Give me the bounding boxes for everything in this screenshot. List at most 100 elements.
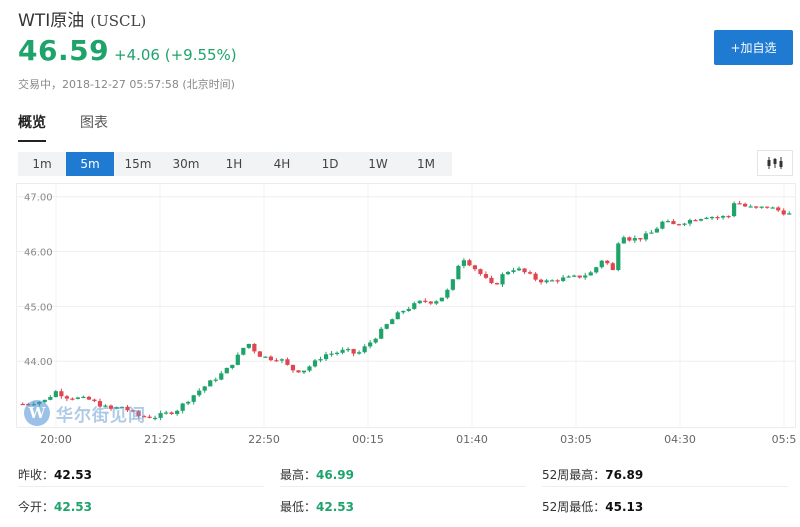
candle-body [252, 343, 257, 352]
candle-body [720, 216, 726, 218]
candle-body [257, 351, 262, 357]
candle-body [627, 237, 632, 241]
stat-52w-high: 52周最高：76.89 [542, 466, 643, 483]
candle-body [164, 412, 169, 414]
interval-30m[interactable]: 30m [162, 152, 210, 176]
watermark: W 华尔街见闻 [24, 400, 146, 426]
candle-body [610, 263, 615, 271]
x-tick-label: 03:05 [560, 433, 592, 446]
x-tick-label: 22:50 [248, 433, 280, 446]
candle-body [197, 390, 202, 396]
candle-body [153, 417, 158, 420]
plot-frame [16, 183, 796, 428]
candle-body [748, 206, 753, 208]
candle-body [208, 380, 213, 387]
chart-type-button[interactable] [757, 150, 793, 176]
candle-body [522, 268, 527, 273]
interval-1d[interactable]: 1D [306, 152, 354, 176]
candle-body [555, 280, 560, 282]
candle-body [533, 273, 538, 280]
candle-body [423, 300, 428, 302]
instrument-symbol: (USCL) [90, 12, 147, 30]
stat-value: 42.53 [54, 500, 92, 514]
candle-body [599, 260, 604, 268]
candle-body [334, 352, 340, 354]
candle-body [544, 280, 549, 283]
stat-52w-low: 52周最低：45.13 [542, 498, 643, 515]
stat-value: 45.13 [605, 500, 644, 514]
price-change: +4.06 (+9.55%) [114, 46, 237, 64]
interval-1m[interactable]: 1m [18, 152, 66, 176]
stat-low: 最低：42.53 [280, 498, 354, 515]
y-tick-label: 45.00 [24, 302, 53, 313]
divider [18, 486, 264, 487]
tab-overview[interactable]: 概览 [18, 112, 46, 142]
candle-body [632, 238, 637, 241]
candle-body [638, 238, 643, 240]
candle-body [572, 275, 577, 277]
candle-body [379, 328, 384, 339]
candle-body [64, 396, 69, 399]
candle-body [246, 343, 251, 348]
candle-body [307, 366, 312, 371]
tab-chart[interactable]: 图表 [80, 112, 108, 142]
candle-body [676, 224, 682, 226]
candle-body [616, 243, 621, 271]
candle-body [406, 308, 411, 311]
interval-5m[interactable]: 5m [66, 152, 114, 176]
instrument-name: WTI原油 [18, 11, 85, 31]
interval-1h[interactable]: 1H [210, 152, 258, 176]
candle-body [505, 271, 511, 275]
candle-body [781, 210, 786, 215]
view-tabs: 概览 图表 [18, 112, 108, 142]
interval-1w[interactable]: 1W [354, 152, 402, 176]
candle-body [296, 370, 301, 373]
candle-body [75, 397, 80, 399]
candle-body [461, 260, 466, 266]
candle-body [390, 319, 395, 325]
candle-body [263, 356, 268, 358]
interval-15m[interactable]: 15m [114, 152, 162, 176]
candle-body [489, 277, 494, 284]
candle-body [511, 270, 516, 272]
candle-body [605, 260, 610, 264]
candle-body [323, 354, 329, 360]
stat-label: 今开： [18, 500, 55, 514]
candle-body [202, 386, 207, 391]
last-price: 46.59 [18, 34, 110, 67]
x-tick-label: 00:15 [352, 433, 384, 446]
y-tick-label: 47.00 [24, 193, 53, 204]
stat-open: 今开：42.53 [18, 498, 92, 515]
candle-body [417, 300, 422, 304]
candle-body [561, 277, 566, 281]
y-tick-label: 44.00 [24, 357, 53, 368]
stat-label: 52周最高： [542, 468, 606, 482]
x-tick-label: 20:00 [40, 433, 72, 446]
candle-body [715, 217, 720, 219]
candle-body [395, 312, 400, 320]
candle-body [776, 207, 781, 211]
interval-1mo[interactable]: 1M [402, 152, 450, 176]
stat-value: 42.53 [54, 468, 92, 482]
candle-body [754, 206, 759, 208]
candle-body [698, 218, 704, 221]
candle-body [213, 379, 218, 381]
candle-body [732, 203, 737, 217]
candle-body [594, 267, 599, 273]
candle-body [643, 233, 648, 240]
candle-body [59, 391, 64, 397]
candle-body [743, 203, 748, 207]
candle-body [693, 220, 698, 222]
candle-body [285, 359, 290, 365]
candle-body [472, 265, 478, 270]
candle-body [445, 289, 450, 298]
candle-body [687, 220, 693, 224]
add-to-watchlist-button[interactable]: +加自选 [714, 30, 793, 65]
candle-body [235, 354, 240, 365]
candle-body [709, 217, 715, 219]
stat-label: 最低： [280, 500, 317, 514]
candle-body [53, 391, 58, 398]
candle-body [478, 269, 483, 275]
candle-body [290, 364, 296, 371]
interval-4h[interactable]: 4H [258, 152, 306, 176]
